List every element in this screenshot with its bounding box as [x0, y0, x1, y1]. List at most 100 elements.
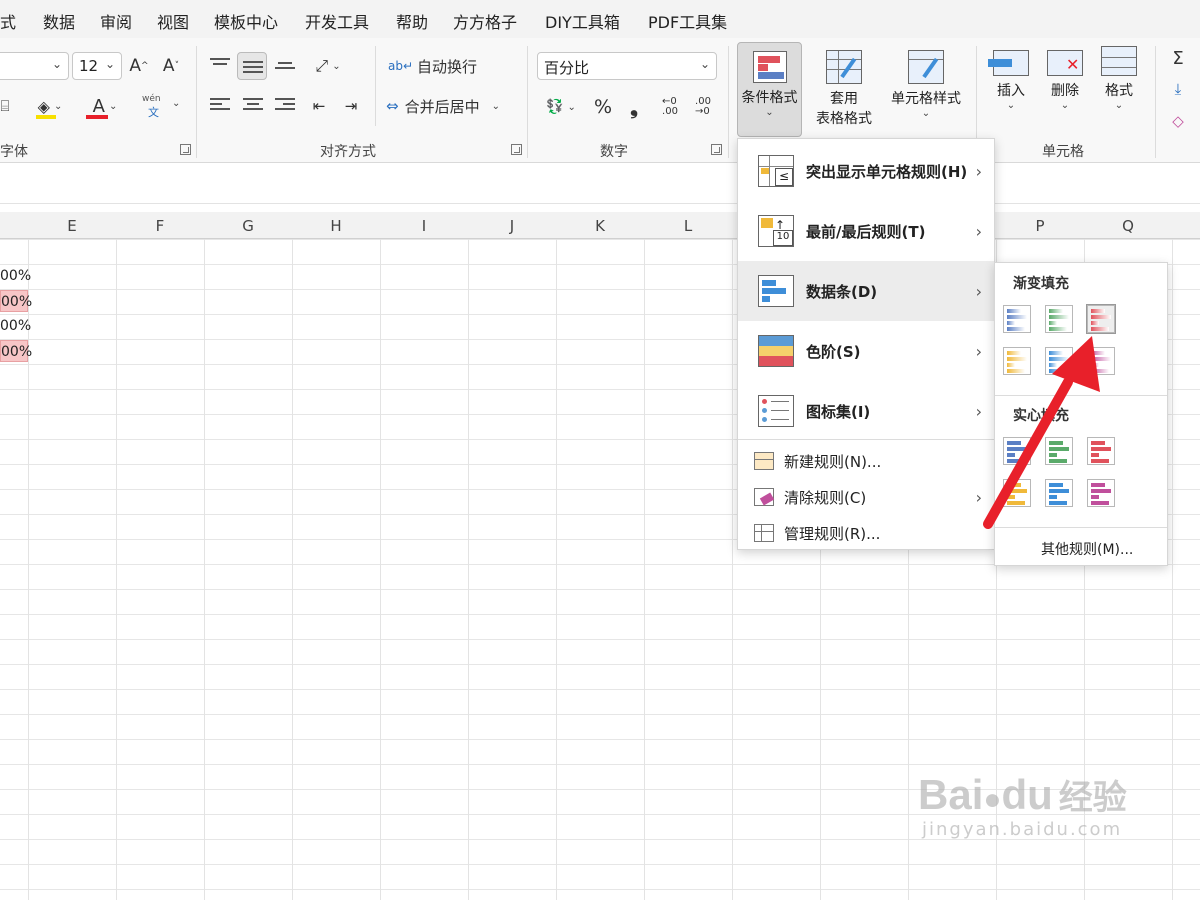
menu-data[interactable]: 数据: [43, 9, 75, 33]
column-header-q[interactable]: Q: [1084, 217, 1172, 235]
chevron-down-icon: ⌄: [921, 108, 931, 119]
merge-center-label: 合并后居中: [404, 97, 480, 116]
column-header-f[interactable]: F: [116, 217, 204, 235]
insert-cells-button[interactable]: 插入 ⌄: [988, 50, 1034, 111]
column-header-j[interactable]: J: [468, 217, 556, 235]
delete-cells-button[interactable]: ✕ 删除 ⌄: [1042, 50, 1088, 111]
menu-formulas[interactable]: 式: [0, 9, 16, 33]
menu-manage-rules[interactable]: 管理规则(R)...: [738, 515, 994, 551]
border-icon[interactable]: ⌸: [0, 94, 10, 118]
gradient-data-bar-6[interactable]: [1087, 347, 1115, 375]
cell-styles-button[interactable]: 单元格样式 ⌄: [884, 50, 968, 119]
menu-pdf-tools[interactable]: PDF工具集: [648, 9, 727, 33]
conditional-format-button[interactable]: 条件格式 ⌄: [737, 42, 802, 137]
column-header-l[interactable]: L: [644, 217, 732, 235]
align-middle-button[interactable]: [237, 52, 267, 80]
gradient-data-bar-2[interactable]: [1045, 305, 1073, 333]
eraser-icon[interactable]: ◇: [1168, 110, 1188, 132]
decrease-decimal-icon[interactable]: .00 →0: [690, 94, 716, 120]
align-right-icon[interactable]: [275, 98, 295, 114]
menu-fangfangegezi[interactable]: 方方格子: [453, 9, 517, 33]
menu-developer[interactable]: 开发工具: [305, 9, 369, 33]
menu-highlight-rules[interactable]: ≤ 突出显示单元格规则(H) ›: [738, 141, 994, 201]
menu-data-bars[interactable]: 数据条(D) ›: [738, 261, 994, 321]
increase-font-icon[interactable]: A ^: [128, 54, 150, 78]
cell-d4[interactable]: 00%: [0, 340, 32, 362]
gradient-data-bar-1[interactable]: [1003, 305, 1031, 333]
format-as-table-button[interactable]: 套用 表格格式: [805, 50, 883, 128]
manage-rules-label: 管理规则(R)...: [784, 524, 881, 543]
number-format-combo[interactable]: 百分比 ⌄: [537, 52, 717, 80]
ribbon: ⌄ 12 ⌄ A ^ A ˅ ⌸ ◈ ⌄ A ⌄ wén 文 ⌄ 字体 ⤢ ⌄ ⇤ ⇥: [0, 38, 1200, 163]
column-header-h[interactable]: H: [292, 217, 380, 235]
column-header-p[interactable]: P: [996, 217, 1084, 235]
gradient-data-bar-4[interactable]: [1003, 347, 1031, 375]
paw-icon: ●: [983, 783, 1002, 816]
menu-help[interactable]: 帮助: [396, 9, 428, 33]
cell-d3[interactable]: 00%: [0, 315, 31, 337]
autosum-icon[interactable]: Σ: [1168, 46, 1188, 70]
merge-center-button[interactable]: ⇔ 合并后居中 ⌄: [386, 94, 500, 118]
column-header-g[interactable]: G: [204, 217, 292, 235]
solid-data-bar-4[interactable]: [1003, 479, 1031, 507]
menu-divider: [738, 439, 994, 440]
solid-data-bar-6[interactable]: [1087, 479, 1115, 507]
solid-data-bar-1[interactable]: [1003, 437, 1031, 465]
solid-fill-title: 实心填充: [1013, 408, 1069, 424]
menu-view[interactable]: 视图: [157, 9, 189, 33]
column-header-k[interactable]: K: [556, 217, 644, 235]
orientation-button[interactable]: ⤢ ⌄: [308, 54, 348, 78]
menu-template-center[interactable]: 模板中心: [214, 9, 278, 33]
phonetic-button[interactable]: wén 文 ⌄: [142, 94, 180, 122]
gradient-data-bar-5[interactable]: [1045, 347, 1073, 375]
font-size-combo[interactable]: 12 ⌄: [72, 52, 122, 80]
menu-new-rule[interactable]: 新建规则(N)...: [738, 443, 994, 479]
increase-indent-icon[interactable]: ⇥: [340, 94, 362, 118]
solid-data-bar-3[interactable]: [1087, 437, 1115, 465]
solid-data-bar-2[interactable]: [1045, 437, 1073, 465]
font-size-value: 12: [79, 57, 99, 75]
align-top-icon[interactable]: [210, 58, 230, 74]
menu-color-scales[interactable]: 色阶(S) ›: [738, 321, 994, 381]
gradient-data-bar-3[interactable]: [1086, 304, 1116, 334]
align-bottom-icon[interactable]: [275, 62, 295, 78]
menu-icon-sets[interactable]: 图标集(I) ›: [738, 381, 994, 441]
number-format-value: 百分比: [544, 59, 590, 77]
number-dialog-launcher-icon[interactable]: [711, 144, 722, 155]
font-name-combo[interactable]: ⌄: [0, 52, 69, 80]
font-dialog-launcher-icon[interactable]: [180, 144, 191, 155]
fill-down-icon[interactable]: ⤓: [1168, 78, 1188, 100]
chevron-down-icon: ⌄: [765, 107, 774, 118]
more-rules-link[interactable]: 其他规则(M)...: [1041, 539, 1133, 559]
solid-data-bar-5[interactable]: [1045, 479, 1073, 507]
watermark-url: jingyan.baidu.com: [922, 819, 1123, 840]
cell-d1[interactable]: 00%: [0, 265, 31, 287]
align-left-icon[interactable]: [210, 98, 230, 114]
increase-decimal-icon[interactable]: ←0.00: [657, 94, 683, 120]
clear-rules-icon: [754, 488, 775, 506]
font-color-swatch: [86, 115, 108, 119]
menu-review[interactable]: 审阅: [100, 9, 132, 33]
comma-style-icon[interactable]: ❟: [624, 94, 644, 120]
format-cells-button[interactable]: 格式 ⌄: [1096, 46, 1142, 111]
align-dialog-launcher-icon[interactable]: [511, 144, 522, 155]
submenu-divider: [995, 395, 1167, 396]
group-separator: [728, 46, 729, 158]
menu-clear-rules[interactable]: 清除规则(C) ›: [738, 479, 994, 515]
formula-bar[interactable]: [0, 164, 1200, 204]
menu-diy-toolbox[interactable]: DIY工具箱: [545, 9, 620, 33]
wrap-text-button[interactable]: ab↵ 自动换行: [388, 54, 477, 78]
decrease-font-icon[interactable]: A ˅: [160, 54, 182, 78]
align-center-icon[interactable]: [243, 98, 263, 114]
watermark-brand-cn: 经验: [1058, 779, 1127, 817]
decrease-indent-icon[interactable]: ⇤: [308, 94, 330, 118]
column-header-e[interactable]: E: [28, 217, 116, 235]
font-group-label: 字体: [0, 144, 28, 160]
accounting-format-button[interactable]: 💱 ⌄: [540, 94, 582, 120]
percent-style-icon[interactable]: %: [592, 94, 614, 120]
menu-top-bottom-rules[interactable]: ↑ 10 最前/最后规则(T) ›: [738, 201, 994, 261]
align-group-label: 对齐方式: [320, 144, 376, 160]
chevron-right-icon: ›: [975, 401, 982, 421]
cell-d2[interactable]: 00%: [0, 290, 32, 312]
column-header-i[interactable]: I: [380, 217, 468, 235]
